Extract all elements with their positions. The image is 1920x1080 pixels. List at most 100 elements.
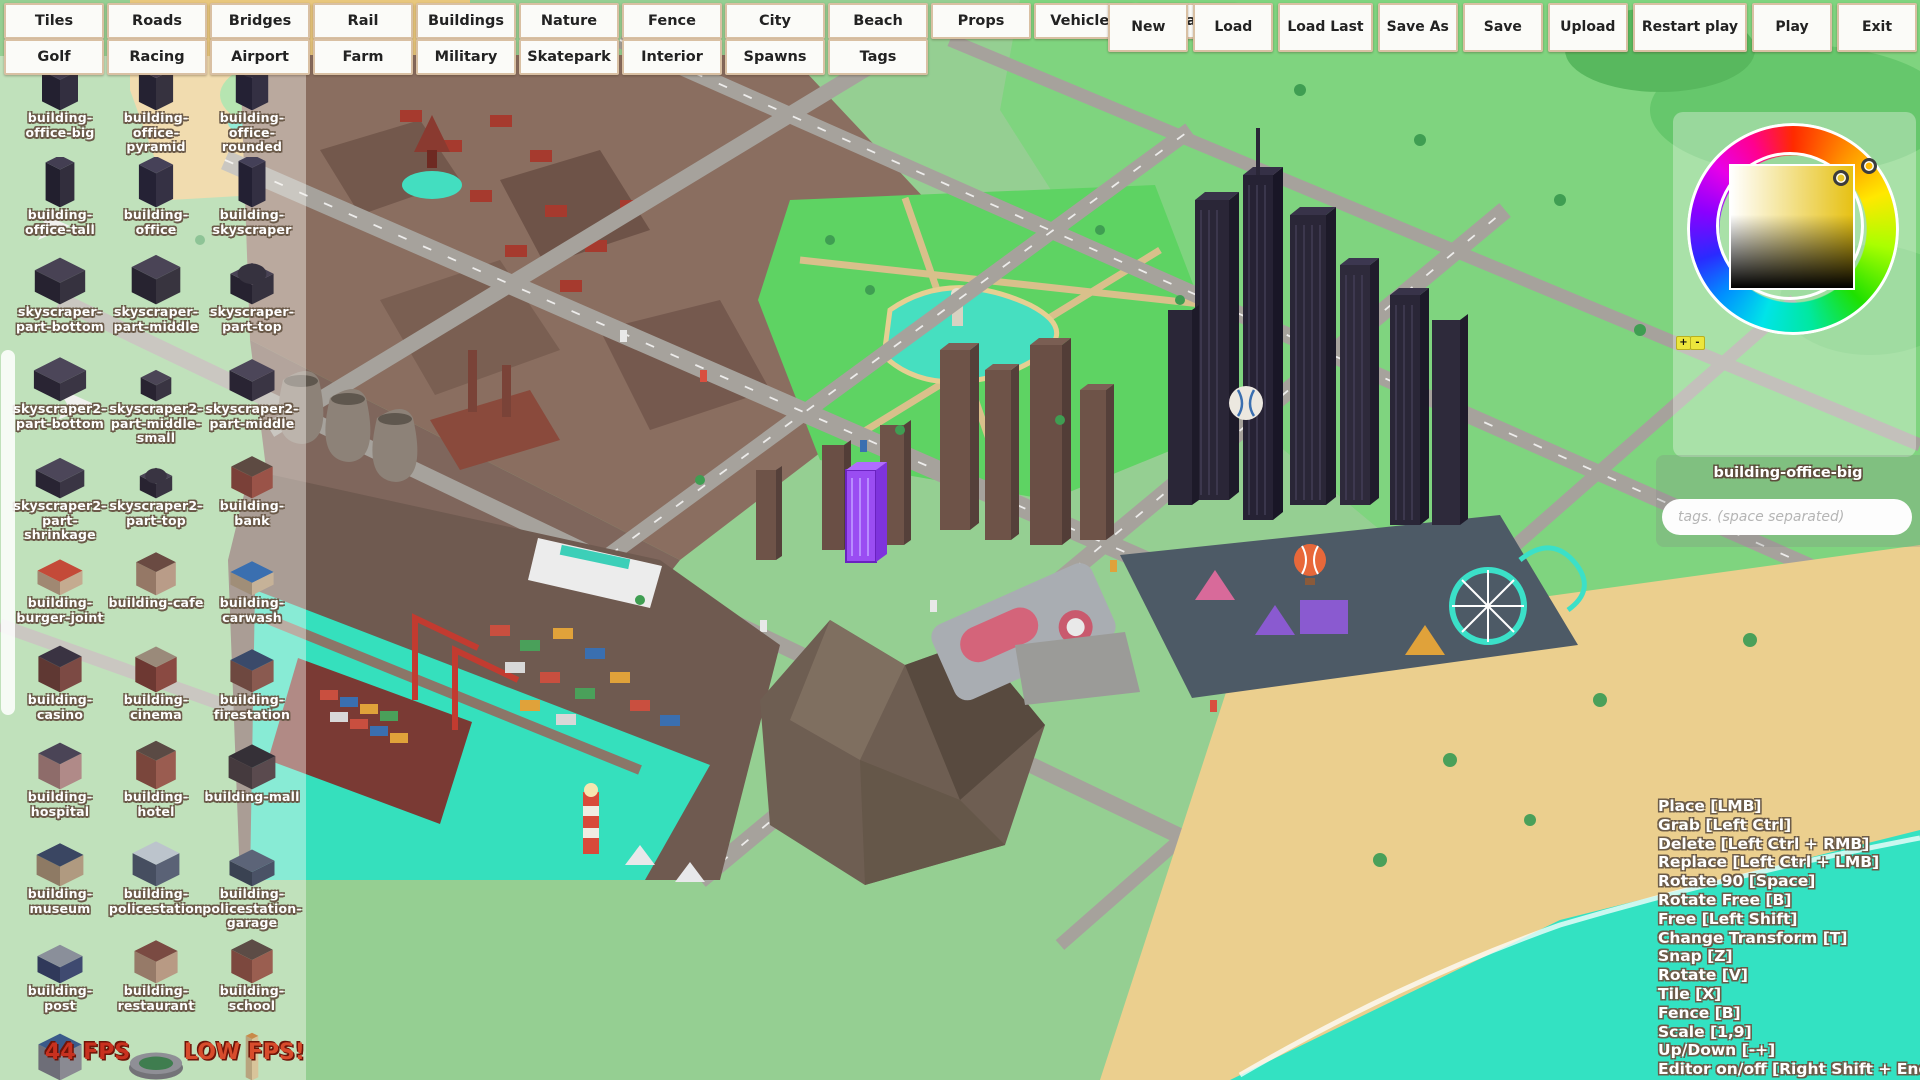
palette-item-building-post[interactable]: building-post [12,933,108,1030]
palette-item-building-office-tall[interactable]: building-office-tall [12,157,108,254]
palette-label-line: building-bank [204,499,300,528]
palette-item-skyscraper2-part-bottom[interactable]: skyscraper2-part-bottom [12,351,108,448]
tab-city[interactable]: City [725,3,825,39]
palette-item-building-carwash[interactable]: building-carwash [204,545,300,642]
palette-item-building-school[interactable]: building-school [204,933,300,1030]
palette-label-line: office- [220,126,284,141]
palette-thumbnail-building-office [113,157,199,211]
palette-label-line: building- [118,984,195,999]
palette-item-building-burger-joint[interactable]: building-burger-joint [12,545,108,642]
tab-buildings[interactable]: Buildings [416,3,516,39]
palette-label-line: skyscraper2- [13,499,106,514]
palette-label-line: skyscraper2- [13,402,106,417]
tab-airport[interactable]: Airport [210,39,310,75]
palette-label: building-mall [204,790,299,805]
palette-item-skyscraper2-part-middle-small[interactable]: skyscraper2-part-middle-small [108,351,204,448]
tab-nature[interactable]: Nature [519,3,619,39]
palette-thumbnail-building-hospital [17,739,103,793]
palette-item-building-museum[interactable]: building-museum [12,836,108,933]
palette-item-building-cafe[interactable]: building-cafe [108,545,204,642]
palette-label-line: policestation [109,902,203,917]
palette-scrollbar[interactable] [1,350,15,715]
palette-label-line: skyscraper- [16,305,104,320]
action-save-as[interactable]: Save As [1378,3,1458,52]
palette-thumbnail-building-cafe [113,545,199,599]
palette-label-line: part-middle- [109,417,202,432]
tab-interior[interactable]: Interior [622,39,722,75]
tab-skatepark[interactable]: Skatepark [519,39,619,75]
palette-item-building-cinema[interactable]: building-cinema [108,642,204,739]
palette-item-building-hospital[interactable]: building-hospital [12,739,108,836]
palette-item-building-casino[interactable]: building-casino [12,642,108,739]
palette-item-skyscraper2-part-top[interactable]: skyscraper2-part-top [108,448,204,545]
palette-item-building-mall[interactable]: building-mall [204,739,300,836]
palette-label-line: building- [124,693,188,708]
tab-military[interactable]: Military [416,39,516,75]
tab-racing[interactable]: Racing [107,39,207,75]
palette-label: building-hospital [28,790,92,819]
palette-label: building-office-tall [25,208,95,237]
action-load[interactable]: Load [1193,3,1273,52]
palette-item-building-policestation-garage[interactable]: building-policestation-garage [204,836,300,933]
palette-item-building-hotel[interactable]: building-hotel [108,739,204,836]
palette-item-building-skyscraper[interactable]: building-skyscraper [204,157,300,254]
tab-fence[interactable]: Fence [622,3,722,39]
action-load-last[interactable]: Load Last [1278,3,1372,52]
palette-item-building-policestation[interactable]: building-policestation [108,836,204,933]
keybind-line: Replace [Left Ctrl + LMB] [1658,853,1920,872]
palette-item-building-office[interactable]: building-office [108,157,204,254]
palette-item-skyscraper-part-middle[interactable]: skyscraper-part-middle [108,254,204,351]
palette-thumbnail-skyscraper2-part-shrinkage [17,448,103,502]
action-new[interactable]: New [1108,3,1188,52]
action-play[interactable]: Play [1752,3,1832,52]
palette-item-skyscraper2-part-shrinkage[interactable]: skyscraper2-part-shrinkage [12,448,108,545]
action-exit[interactable]: Exit [1837,3,1917,52]
tab-golf[interactable]: Golf [4,39,104,75]
hue-handle[interactable] [1861,158,1877,174]
palette-item-building-firestation[interactable]: building-firestation [204,642,300,739]
tags-input[interactable] [1662,499,1912,535]
tab-spawns[interactable]: Spawns [725,39,825,75]
keybind-line: Tile [X] [1658,985,1920,1004]
palette-label: building-carwash [220,596,284,625]
tab-farm[interactable]: Farm [313,39,413,75]
palette-label-line: building- [202,887,302,902]
palette-thumbnail-skyscraper2-part-bottom [17,351,103,405]
tab-props[interactable]: Props [931,3,1031,39]
action-restart-play[interactable]: Restart play [1633,3,1747,52]
tab-beach[interactable]: Beach [828,3,928,39]
palette-label: skyscraper2-part-middle-small [109,402,202,446]
tab-bridges[interactable]: Bridges [210,3,310,39]
tab-roads[interactable]: Roads [107,3,207,39]
palette-thumbnail-building-office-tall [17,157,103,211]
palette-item-skyscraper-part-top[interactable]: skyscraper-part-top [204,254,300,351]
palette-label: building-firestation [214,693,290,722]
palette-item-building-bank[interactable]: building-bank [204,448,300,545]
action-save[interactable]: Save [1463,3,1543,52]
keybind-line: Snap [Z] [1658,947,1920,966]
palette-label-line: garage [202,916,302,931]
palette-label-line: part- [13,514,106,529]
keybind-line: Free [Left Shift] [1658,910,1920,929]
saturation-value-handle[interactable] [1833,170,1849,186]
tab-tiles[interactable]: Tiles [4,3,104,39]
palette-label: building-office-big [25,111,94,140]
palette-label-line: skyscraper2- [109,499,202,514]
color-minus-button[interactable]: - [1690,336,1705,350]
palette-label-line: shrinkage [13,528,106,543]
keybind-line: Place [LMB] [1658,797,1920,816]
tab-rail[interactable]: Rail [313,3,413,39]
tab-tags[interactable]: Tags [828,39,928,75]
action-upload[interactable]: Upload [1548,3,1628,52]
fps-counter: 44 FPS LOW FPS! [45,1040,305,1065]
palette-label-line: building-hotel [108,790,204,819]
color-plus-button[interactable]: + [1676,336,1691,350]
palette-item-building-restaurant[interactable]: building-restaurant [108,933,204,1030]
keybind-line: Rotate Free [B] [1658,891,1920,910]
palette-label-line: pyramid [124,140,188,155]
palette-label-line: building-cafe [108,596,203,611]
palette-item-skyscraper-part-bottom[interactable]: skyscraper-part-bottom [12,254,108,351]
keybind-line: Up/Down [-+] [1658,1041,1920,1060]
palette-label: building-office [108,208,204,237]
palette-item-skyscraper2-part-middle[interactable]: skyscraper2-part-middle [204,351,300,448]
